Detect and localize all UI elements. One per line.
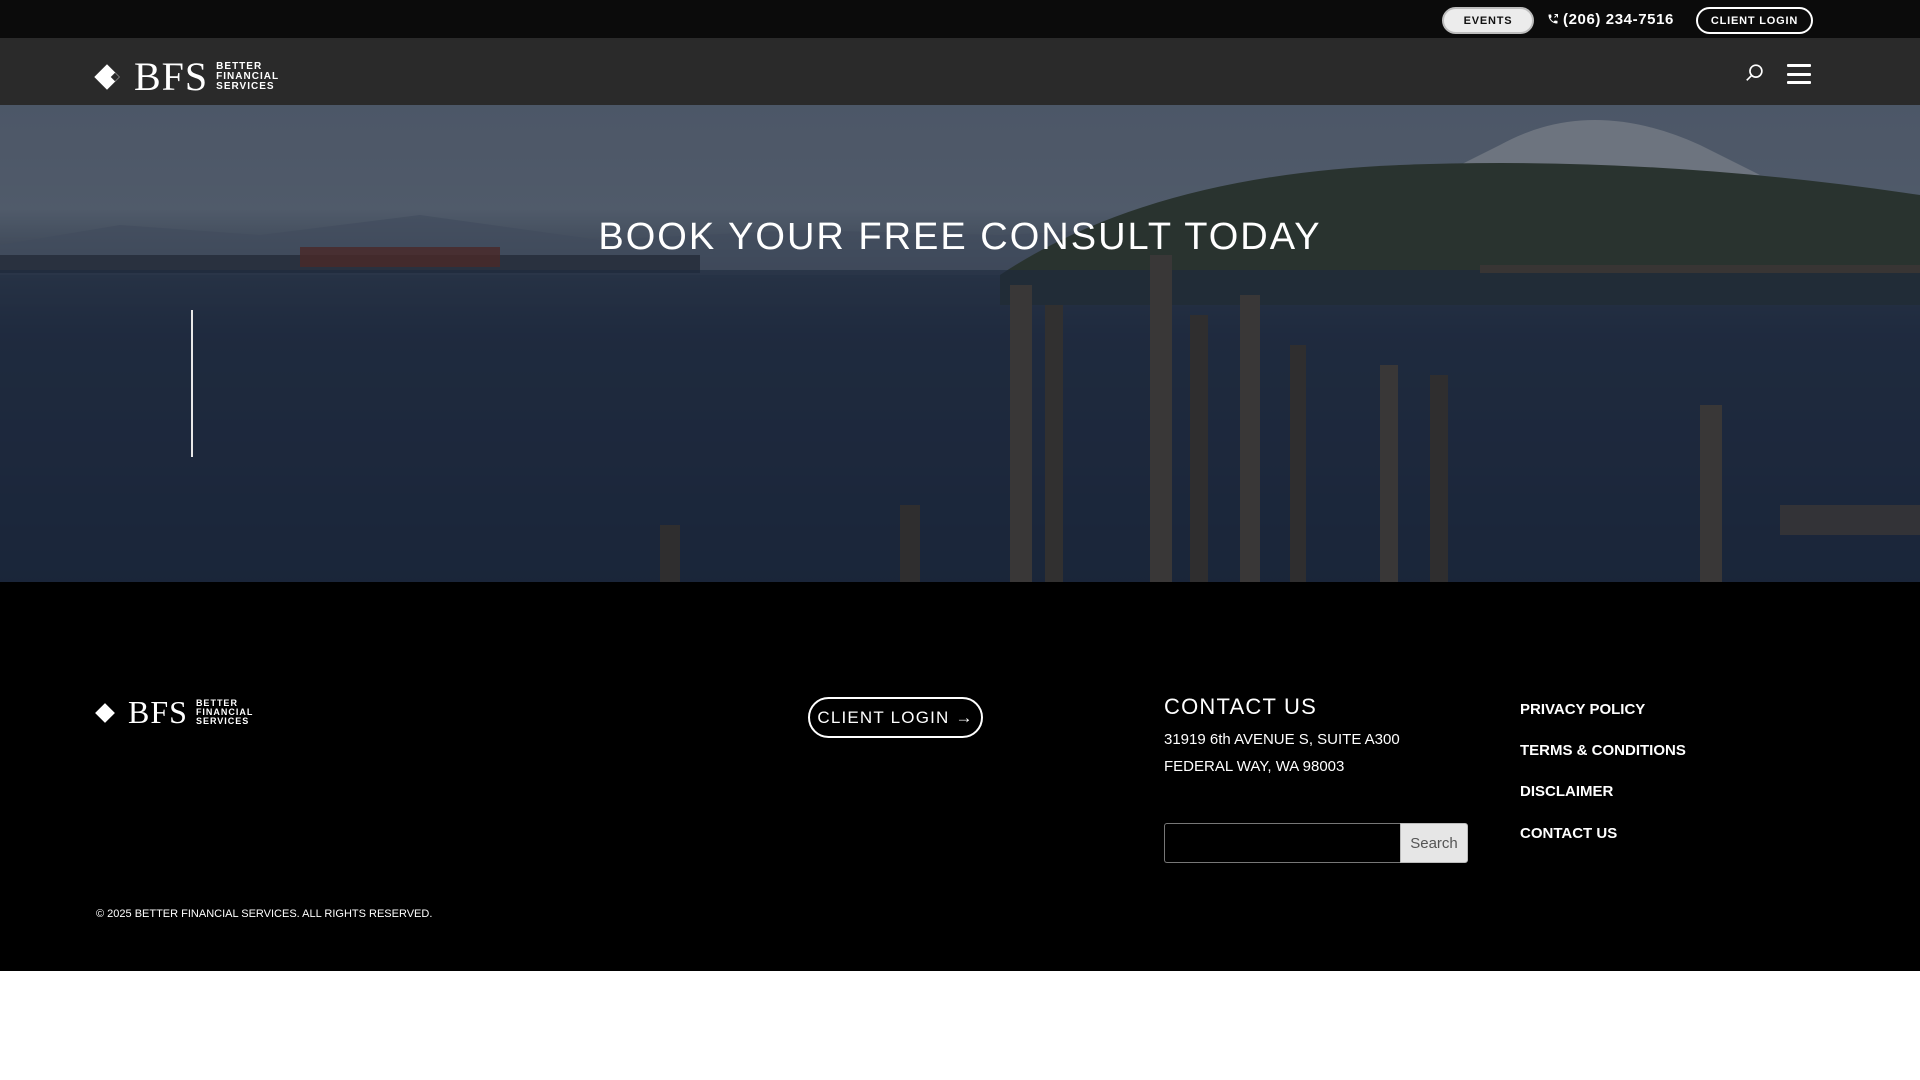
logo-word-3: SERVICES — [216, 80, 275, 92]
header-logo[interactable]: BFS BETTER FINANCIAL SERVICES — [94, 53, 280, 100]
logo-word-2: FINANCIAL — [216, 70, 280, 82]
phone-link[interactable]: (206) 234-7516 — [1547, 9, 1674, 29]
hero-overlay — [0, 105, 1920, 582]
logo-wordmark: BETTER FINANCIAL SERVICES — [196, 699, 254, 726]
footer-logo[interactable]: BFS BETTER FINANCIAL SERVICES — [95, 694, 254, 731]
address-line-1: 31919 6th AVENUE S, SUITE A300 — [1164, 731, 1400, 748]
disclaimer-link[interactable]: DISCLAIMER — [1520, 783, 1613, 800]
client-login-button[interactable]: CLIENT LOGIN → — [808, 697, 983, 738]
top-bar: EVENTS (206) 234-7516 CLIENT LOGIN — [0, 0, 1920, 38]
logo-letters: BFS — [134, 54, 209, 99]
logo-mark-icon — [94, 60, 130, 94]
phone-number: (206) 234-7516 — [1563, 10, 1674, 28]
events-button[interactable]: EVENTS — [1442, 7, 1534, 34]
main-nav — [0, 38, 1920, 105]
contact-heading: CONTACT US — [1164, 694, 1317, 719]
logo-word-3: SERVICES — [195, 716, 250, 726]
hero-banner: BOOK YOUR FREE CONSULT TODAY — [0, 105, 1920, 582]
copyright-text: © 2025 BETTER FINANCIAL SERVICES. ALL RI… — [96, 908, 433, 920]
logo-letters: BFS — [128, 694, 188, 730]
contact-us-link[interactable]: CONTACT US — [1520, 825, 1617, 842]
footer-search-input[interactable] — [1164, 823, 1400, 863]
hero-divider-line — [191, 310, 193, 457]
logo-word-1: BETTER — [216, 60, 263, 72]
phone-icon — [1548, 14, 1558, 24]
hamburger-menu-icon[interactable] — [1787, 64, 1811, 84]
terms-conditions-link[interactable]: TERMS & CONDITIONS — [1520, 742, 1686, 759]
client-login-top-button[interactable]: CLIENT LOGIN — [1696, 7, 1813, 34]
footer-search-button[interactable]: Search — [1400, 823, 1468, 863]
logo-wordmark: BETTER FINANCIAL SERVICES — [216, 60, 280, 92]
hero-title: BOOK YOUR FREE CONSULT TODAY — [598, 216, 1322, 258]
logo-mark-icon — [95, 699, 124, 727]
privacy-policy-link[interactable]: PRIVACY POLICY — [1520, 701, 1645, 718]
search-icon[interactable] — [1744, 62, 1766, 84]
address-line-2: FEDERAL WAY, WA 98003 — [1164, 758, 1345, 775]
